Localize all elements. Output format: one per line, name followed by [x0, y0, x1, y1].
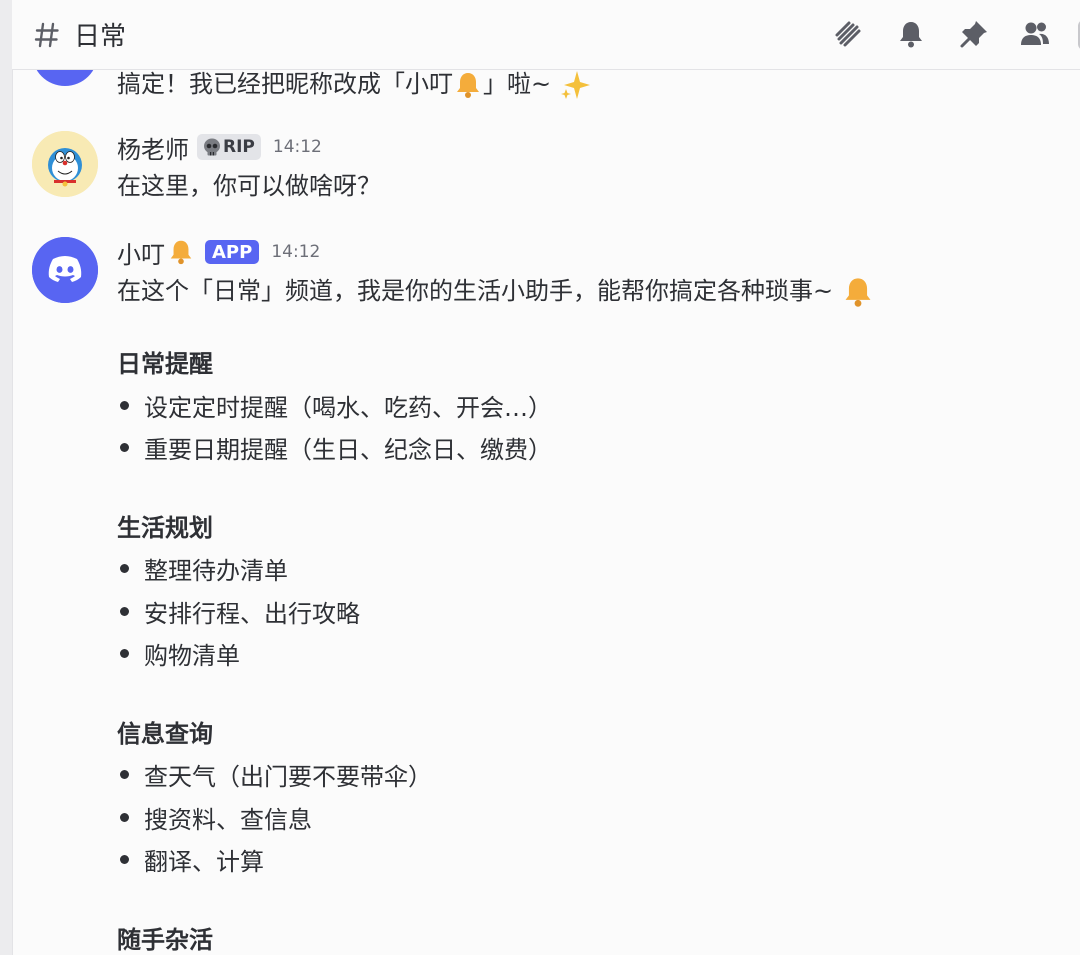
bullet	[120, 855, 129, 864]
timestamp[interactable]: 14:12	[273, 137, 322, 157]
list-item: 购物清单	[117, 636, 240, 671]
section-heading: 日常提醒	[117, 350, 213, 378]
list-item: 重要日期提醒（生日、纪念日、缴费）	[117, 430, 552, 465]
message-text: 在这里，你可以做啥呀？	[117, 172, 381, 200]
username[interactable]: 杨老师	[117, 130, 189, 165]
section-heading: 信息查询	[117, 720, 213, 748]
doraemon-avatar-icon	[32, 131, 98, 197]
bell-emoji-icon	[170, 240, 192, 265]
message-list: 搞定！我已经把昵称改成「小叮 」啦~ 杨老师 RIP 14:12 在这里，你可以…	[12, 0, 1080, 955]
app-badge: APP	[205, 240, 260, 264]
threads-icon[interactable]	[832, 18, 864, 50]
bullet	[120, 649, 129, 658]
list-item: 整理待办清单	[117, 551, 288, 586]
role-badge[interactable]: RIP	[197, 134, 261, 160]
channel-name: 日常	[74, 22, 127, 52]
avatar[interactable]	[32, 237, 98, 303]
bullet	[120, 443, 129, 452]
list-item: 翻译、计算	[117, 842, 264, 877]
username[interactable]: 小叮	[117, 235, 165, 270]
message-header: 小叮 APP 14:12	[117, 235, 320, 270]
section-heading: 随手杂活	[117, 926, 213, 954]
list-item: 安排行程、出行攻略	[117, 594, 360, 629]
hash-icon	[34, 22, 59, 48]
section-heading: 生活规划	[117, 514, 213, 542]
bullet	[120, 607, 129, 616]
role-badge-label: RIP	[223, 137, 255, 157]
discord-logo-icon	[32, 237, 98, 303]
list-item: 查天气（出门要不要带伞）	[117, 757, 432, 792]
list-item: 搜资料、查信息	[117, 800, 312, 835]
message-header: 杨老师 RIP 14:12	[117, 130, 322, 165]
bullet	[120, 564, 129, 573]
bell-emoji-icon	[457, 73, 479, 98]
bell-emoji-icon	[845, 278, 871, 307]
skull-icon	[204, 138, 220, 156]
bell-icon[interactable]	[895, 18, 927, 50]
timestamp[interactable]: 14:12	[271, 242, 320, 262]
avatar[interactable]	[32, 131, 98, 197]
pin-icon[interactable]	[958, 18, 990, 50]
sparkles-emoji-icon	[560, 71, 590, 99]
bullet	[120, 813, 129, 822]
message-text: 在这个「日常」频道，我是你的生活小助手，能帮你搞定各种琐事~	[117, 271, 875, 309]
bullet	[120, 401, 129, 410]
members-icon[interactable]	[1019, 18, 1051, 50]
bullet	[120, 770, 129, 779]
list-item: 设定定时提醒（喝水、吃药、开会…）	[117, 388, 552, 423]
channel-header: 日常	[12, 0, 1080, 70]
